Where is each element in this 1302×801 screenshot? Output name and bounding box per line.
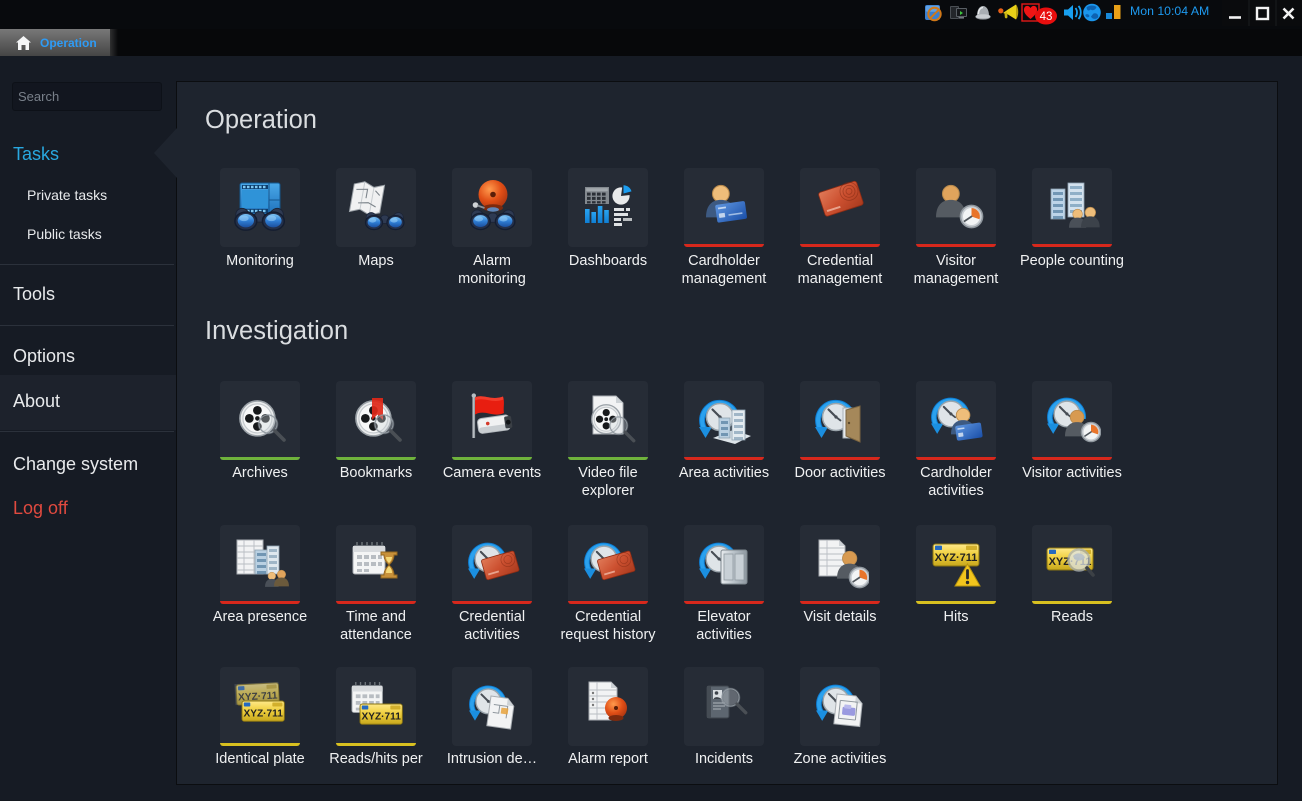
svg-text:XYZ·711: XYZ·711 (935, 552, 978, 564)
svg-text:XYZ·711: XYZ·711 (243, 709, 283, 720)
svg-text:XYZ·711: XYZ·711 (361, 712, 401, 723)
